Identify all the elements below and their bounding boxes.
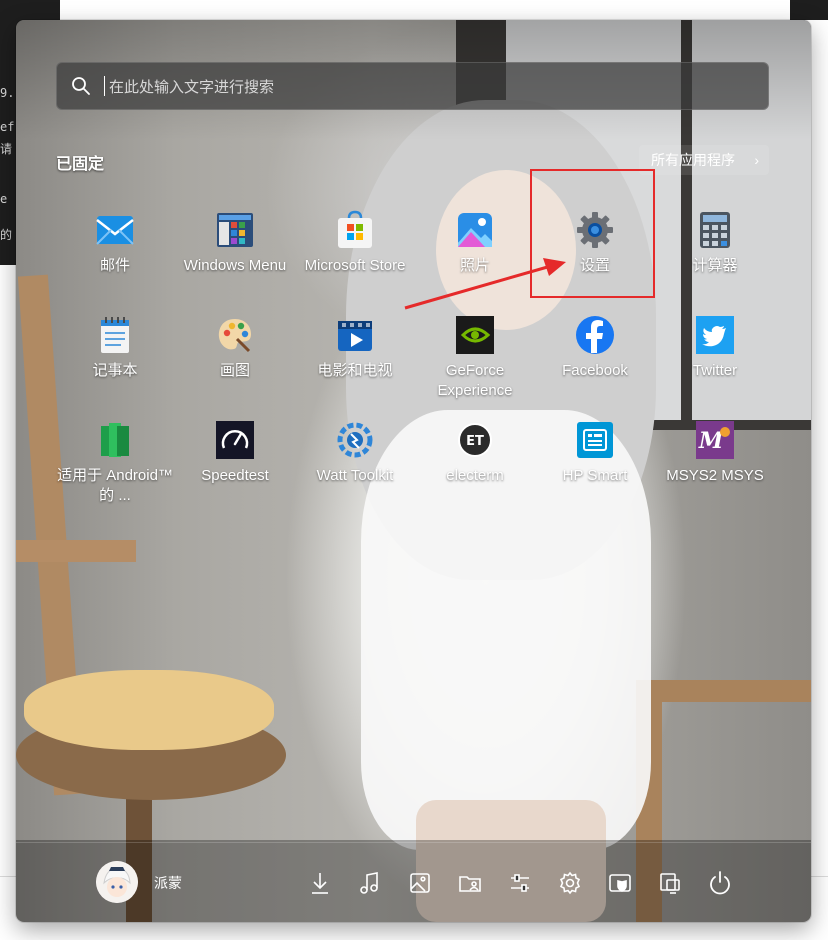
app-label: HP Smart — [562, 467, 628, 484]
android-subsystem-icon — [101, 423, 129, 457]
all-apps-button[interactable]: 所有应用程序 › — [639, 145, 769, 175]
terminal-text: 9. — [0, 86, 15, 100]
app-label: 记事本 — [92, 362, 138, 379]
sliders-icon — [511, 874, 529, 892]
notepad-icon — [101, 317, 129, 353]
app-label: GeForce Experience — [437, 362, 513, 399]
windows-menu-icon — [217, 213, 253, 247]
all-apps-label: 所有应用程序 — [651, 152, 735, 168]
electerm-icon: ET — [458, 423, 492, 457]
app-tile-speedtest[interactable]: Speedtest — [176, 420, 294, 520]
app-label: 邮件 — [99, 257, 130, 274]
pinned-section-title: 已固定 — [56, 156, 105, 173]
chevron-right-icon: › — [754, 152, 759, 168]
nvidia-geforce-icon — [456, 316, 494, 354]
annotation-arrow — [404, 258, 566, 310]
movies-tv-icon — [338, 321, 372, 351]
security-button[interactable] — [606, 869, 634, 897]
microsoft-store-icon — [338, 210, 372, 248]
app-tile-twitter[interactable]: Twitter — [656, 315, 774, 415]
app-tile-movies-tv[interactable]: 电影和电视 — [296, 315, 414, 415]
app-tile-msys2[interactable]: M MSYS2 MSYS — [656, 420, 774, 520]
svg-text:ET: ET — [466, 434, 484, 449]
mail-icon — [96, 216, 134, 245]
background-window — [790, 0, 828, 20]
terminal-text: 请 — [0, 142, 13, 156]
app-label: Speedtest — [201, 467, 269, 484]
power-icon — [710, 871, 730, 895]
app-tile-mail[interactable]: 邮件 — [56, 210, 174, 310]
file-explorer-button[interactable] — [656, 869, 684, 897]
app-tile-hp-smart[interactable]: HP Smart — [536, 420, 654, 520]
app-tile-electerm[interactable]: ET electerm — [416, 420, 534, 520]
network-settings-button[interactable] — [506, 869, 534, 897]
app-tile-calculator[interactable]: 计算器 — [656, 210, 774, 310]
photos-icon — [458, 213, 492, 247]
watt-toolkit-icon — [337, 422, 373, 458]
security-shield-icon — [609, 874, 631, 892]
app-label: MSYS2 MSYS — [666, 467, 764, 484]
app-label: Facebook — [562, 362, 628, 379]
app-label: Windows Menu — [183, 257, 287, 274]
power-button[interactable] — [706, 869, 734, 897]
svg-text:M: M — [698, 428, 724, 454]
hp-smart-icon — [577, 422, 613, 458]
facebook-icon — [576, 316, 614, 354]
search-icon — [72, 77, 90, 95]
music-button[interactable] — [356, 869, 384, 897]
settings-gear-icon — [559, 871, 581, 895]
pictures-button[interactable] — [406, 869, 434, 897]
app-tile-notepad[interactable]: 记事本 — [56, 315, 174, 415]
download-icon — [312, 873, 328, 894]
paint-palette-icon — [218, 319, 251, 353]
app-label: electerm — [446, 467, 504, 484]
app-label: Watt Toolkit — [316, 467, 394, 484]
user-avatar-icon — [96, 861, 138, 903]
avatar — [96, 861, 138, 903]
personal-folder-button[interactable] — [456, 869, 484, 897]
app-label: 适用于 Android™ 的 ... — [57, 467, 173, 504]
start-menu: 已固定 所有应用程序 › 邮件 Windows Menu Micro — [16, 20, 811, 922]
search-box[interactable] — [56, 62, 769, 110]
pictures-icon — [410, 873, 430, 893]
app-label: 画图 — [219, 362, 250, 379]
search-input[interactable] — [107, 72, 711, 102]
downloads-button[interactable] — [306, 869, 334, 897]
settings-button[interactable] — [556, 869, 584, 897]
wallpaper-chair — [16, 540, 136, 562]
music-icon — [360, 872, 378, 894]
app-tile-microsoft-store[interactable]: Microsoft Store — [296, 210, 414, 310]
speedtest-gauge-icon — [216, 421, 254, 459]
text-caret — [104, 76, 105, 96]
app-tile-paint[interactable]: 画图 — [176, 315, 294, 415]
app-tile-facebook[interactable]: Facebook — [536, 315, 654, 415]
msys2-icon: M — [696, 421, 734, 459]
app-label: Twitter — [692, 362, 738, 379]
user-folder-icon — [459, 876, 481, 892]
wallpaper-bread — [24, 670, 274, 750]
terminal-text: e — [0, 192, 8, 206]
app-tile-android-subsystem[interactable]: 适用于 Android™ 的 ... — [56, 420, 174, 520]
file-explorer-icon — [660, 873, 680, 894]
calculator-icon — [700, 212, 730, 248]
app-tile-watt-toolkit[interactable]: Watt Toolkit — [296, 420, 414, 520]
app-label: 电影和电视 — [317, 362, 393, 379]
terminal-text: 的 — [0, 228, 13, 242]
footer-divider — [16, 842, 811, 843]
app-tile-windows-menu[interactable]: Windows Menu — [176, 210, 294, 310]
app-tile-geforce-experience[interactable]: GeForce Experience — [416, 315, 534, 415]
user-name: 派蒙 — [154, 875, 182, 891]
app-label: Microsoft Store — [304, 257, 406, 274]
app-label: 计算器 — [692, 257, 738, 274]
terminal-text: ef — [0, 120, 15, 134]
twitter-icon — [696, 316, 734, 354]
